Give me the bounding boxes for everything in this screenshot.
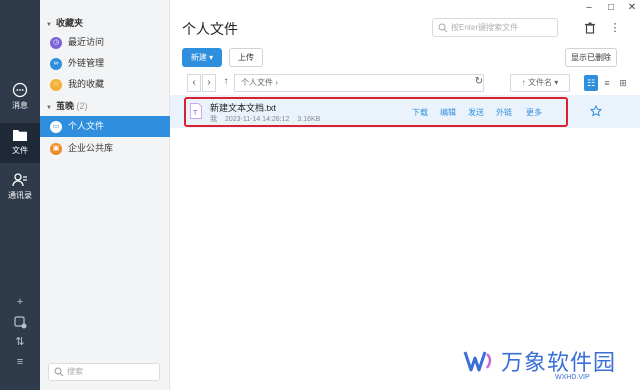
show-deleted-button[interactable]: 显示已删除: [565, 48, 617, 67]
sidebar-item-label: 最近访问: [68, 37, 105, 47]
chevron-down-icon: ▾: [551, 78, 559, 87]
rail-contacts[interactable]: 通讯录: [0, 168, 40, 206]
more-menu-icon[interactable]: ⋮: [608, 21, 622, 35]
star-icon: ☆: [50, 78, 62, 91]
rail-contacts-label: 通讯录: [8, 191, 32, 200]
team-count: (2): [76, 101, 88, 111]
rail-files[interactable]: 文件: [0, 123, 40, 163]
trash-icon[interactable]: [583, 21, 597, 35]
search-icon: [54, 367, 64, 377]
sidebar-item-favorites[interactable]: ☆ 我的收藏: [40, 74, 170, 95]
back-button[interactable]: ‹: [187, 74, 201, 92]
team-group[interactable]: ▼ 茧晚 (2): [40, 97, 170, 115]
left-rail: 消息 文件 通讯录 + ⇅ ≡: [0, 0, 40, 390]
svg-text:T: T: [193, 110, 198, 117]
folder-icon: ▭: [50, 120, 62, 133]
watermark-site: WXHD.VIP: [555, 374, 590, 381]
transfer-icon[interactable]: ⇅: [12, 335, 28, 349]
maximize-icon[interactable]: □: [605, 3, 617, 13]
chevron-right-icon: ›: [275, 78, 278, 87]
file-meta: 我 2023-11-14 14:26:12 3.16KB: [210, 114, 326, 124]
file-search-placeholder: 按Enter键搜索文件: [451, 23, 519, 32]
path-bar: ‹ › ↑ 个人文件 › ↻ ↑ 文件名 ▾ ☷ ≡ ⊞: [182, 74, 640, 94]
file-size: 3.16KB: [297, 116, 321, 123]
grid-view-icon[interactable]: ⊞: [616, 75, 630, 91]
page-title: 个人文件: [182, 21, 238, 37]
main-panel: – □ ✕ 个人文件 按Enter键搜索文件 ⋮ 新建 ▾ 上传 显示已删除 ‹…: [170, 0, 640, 390]
file-search-input[interactable]: 按Enter键搜索文件: [432, 18, 558, 37]
external-link[interactable]: 外链: [496, 107, 512, 118]
chat-bubble-icon: [12, 82, 28, 98]
file-owner: 我: [210, 116, 217, 123]
menu-icon[interactable]: ≡: [12, 355, 28, 369]
upload-button[interactable]: 上传: [229, 48, 263, 67]
sidebar-search-placeholder: 搜索: [67, 367, 83, 376]
favorites-group-label: 收藏夹: [55, 18, 83, 28]
recent-icon: ◷: [50, 36, 62, 49]
rail-messages[interactable]: 消息: [0, 78, 40, 116]
new-button-label: 新建: [190, 53, 207, 62]
sidebar-item-label: 企业公共库: [68, 143, 114, 153]
sidebar-item-label: 外链管理: [68, 58, 105, 68]
brand-mark-icon: [463, 351, 492, 372]
sort-label: 文件名: [527, 78, 552, 87]
send-link[interactable]: 发送: [468, 107, 484, 118]
sidebar-item-personal-files[interactable]: ▭ 个人文件: [40, 116, 170, 137]
app-window: 消息 文件 通讯录 + ⇅ ≡ ▼ 收藏夹 ◷ 最近访问 ∞ 外链管理 ☆ 我的收藏 ▼…: [0, 0, 640, 390]
collapse-icon: ▼: [46, 105, 52, 111]
watermark-name: 万象软件园: [501, 350, 617, 375]
edit-link[interactable]: 编辑: [440, 107, 456, 118]
rail-files-label: 文件: [12, 146, 28, 155]
minimize-icon[interactable]: –: [583, 3, 595, 13]
sort-button[interactable]: ↑ 文件名 ▾: [510, 74, 570, 92]
detail-view-icon[interactable]: ☷: [584, 75, 598, 91]
rail-messages-label: 消息: [12, 101, 28, 110]
close-icon[interactable]: ✕: [626, 3, 638, 13]
favorites-group[interactable]: ▼ 收藏夹: [40, 14, 170, 32]
sidebar-item-public-library[interactable]: ▣ 企业公共库: [40, 138, 170, 159]
forward-button[interactable]: ›: [202, 74, 216, 92]
more-link[interactable]: 更多: [526, 107, 542, 118]
text-file-icon: T: [190, 103, 202, 119]
sidebar-item-links[interactable]: ∞ 外链管理: [40, 53, 170, 74]
folder-icon: [13, 130, 27, 141]
team-group-label: 茧晚: [55, 101, 74, 111]
file-time: 2023-11-14 14:26:12: [224, 116, 290, 123]
sidebar: ▼ 收藏夹 ◷ 最近访问 ∞ 外链管理 ☆ 我的收藏 ▼ 茧晚 (2) ▭ 个人文件 ▣ 企业…: [40, 0, 170, 390]
breadcrumb[interactable]: 个人文件 ›: [234, 74, 484, 92]
list-view-icon[interactable]: ≡: [600, 75, 614, 91]
new-button[interactable]: 新建 ▾: [182, 48, 222, 67]
library-icon: ▣: [50, 142, 62, 155]
chevron-down-icon: ▾: [209, 53, 214, 62]
download-link[interactable]: 下载: [412, 107, 428, 118]
star-icon[interactable]: [590, 105, 602, 117]
up-button[interactable]: ↑: [219, 74, 233, 92]
link-icon: ∞: [50, 57, 62, 70]
refresh-icon[interactable]: ↻: [472, 74, 486, 92]
breadcrumb-item[interactable]: 个人文件: [241, 78, 273, 87]
status-icon[interactable]: [12, 315, 28, 329]
file-row[interactable]: T 新建文本文档.txt 我 2023-11-14 14:26:12 3.16K…: [170, 95, 640, 128]
watermark-logo: 万象软件园 WXHD.VIP: [445, 338, 635, 386]
search-icon: [438, 23, 448, 33]
sidebar-item-recent[interactable]: ◷ 最近访问: [40, 32, 170, 53]
contacts-icon: [12, 173, 27, 187]
add-icon[interactable]: +: [12, 295, 28, 309]
sidebar-item-label: 我的收藏: [68, 79, 105, 89]
file-name[interactable]: 新建文本文档.txt: [210, 101, 276, 114]
sidebar-item-label: 个人文件: [68, 121, 105, 131]
sidebar-search-input[interactable]: 搜索: [48, 363, 160, 381]
